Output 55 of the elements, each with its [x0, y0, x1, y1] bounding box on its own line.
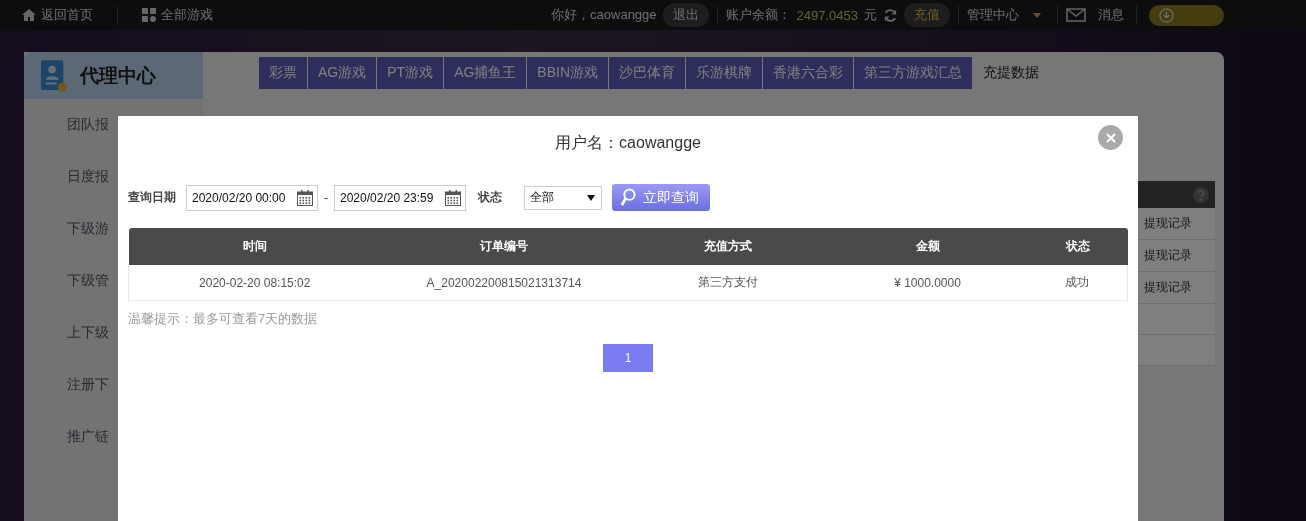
table-cell: 第三方支付 [627, 265, 828, 301]
tab[interactable]: 彩票 [259, 57, 307, 89]
status-label: 状态 [478, 189, 502, 206]
date-separator: - [324, 190, 328, 205]
tab[interactable]: 乐游棋牌 [686, 57, 763, 89]
id-card-icon [40, 58, 68, 93]
calendar-icon[interactable] [444, 188, 462, 207]
home-icon [22, 9, 36, 21]
balance-amount: 2497.0453 [796, 7, 858, 23]
close-icon [1105, 132, 1116, 143]
currency-label: 元 [864, 6, 877, 24]
recharge-button[interactable]: 充值 [904, 3, 950, 27]
status-dropdown[interactable]: 全部 [524, 185, 602, 210]
column-header: 订单编号 [380, 228, 628, 265]
download-icon [1159, 7, 1174, 23]
nav-link[interactable]: 全部游戏 [142, 6, 213, 24]
download-button[interactable] [1149, 4, 1224, 26]
table-cell: 2020-02-20 08:15:02 [128, 265, 381, 301]
tab[interactable]: 沙巴体育 [609, 57, 686, 89]
panel-title: 代理中心 [80, 63, 156, 88]
table-cell: ¥ 1000.0000 [827, 265, 1028, 301]
column-header: 金额 [827, 228, 1028, 265]
calendar-icon[interactable] [296, 188, 314, 207]
balance-label: 账户余额： [725, 6, 791, 24]
tab[interactable]: PT游戏 [377, 57, 444, 89]
search-icon [620, 188, 637, 207]
column-header: 充值方式 [627, 228, 828, 265]
caret-icon[interactable] [1033, 12, 1041, 18]
column-header: 时间 [128, 228, 381, 265]
column-header: 状态 [1027, 228, 1128, 265]
date-label: 查询日期 [128, 189, 176, 206]
messages-link[interactable]: 消息 [1098, 6, 1124, 24]
tab[interactable]: 第三方游戏汇总 [854, 57, 973, 89]
table-cell: A_202002200815021313714 [380, 265, 628, 301]
modal-title: 用户名：caowangge [555, 133, 701, 153]
tab[interactable]: BBIN游戏 [527, 57, 609, 89]
mail-icon[interactable] [1066, 8, 1086, 22]
query-button[interactable]: 立即查询 [612, 184, 710, 211]
grid-icon [142, 8, 156, 22]
greeting: 你好，caowangge [551, 6, 657, 24]
tab[interactable]: 香港六合彩 [763, 57, 854, 89]
manage-menu[interactable]: 管理中心 [967, 6, 1019, 24]
tab[interactable]: 充提数据 [973, 57, 1050, 89]
hint-text: 温馨提示：最多可查看7天的数据 [128, 310, 319, 328]
logout-button[interactable]: 退出 [662, 3, 709, 27]
help-icon[interactable] [1193, 186, 1209, 203]
tab[interactable]: AG游戏 [308, 57, 377, 89]
nav-link[interactable]: 返回首页 [22, 6, 93, 24]
date-from-field[interactable]: 2020/02/20 00:00 [186, 184, 318, 211]
date-to-field[interactable]: 2020/02/20 23:59 [334, 184, 466, 211]
tab[interactable]: AG捕鱼王 [444, 57, 527, 89]
refresh-icon[interactable] [883, 7, 898, 23]
table-cell: 成功 [1027, 265, 1128, 301]
page-button[interactable]: 1 [603, 344, 653, 372]
caret-icon [587, 194, 595, 201]
